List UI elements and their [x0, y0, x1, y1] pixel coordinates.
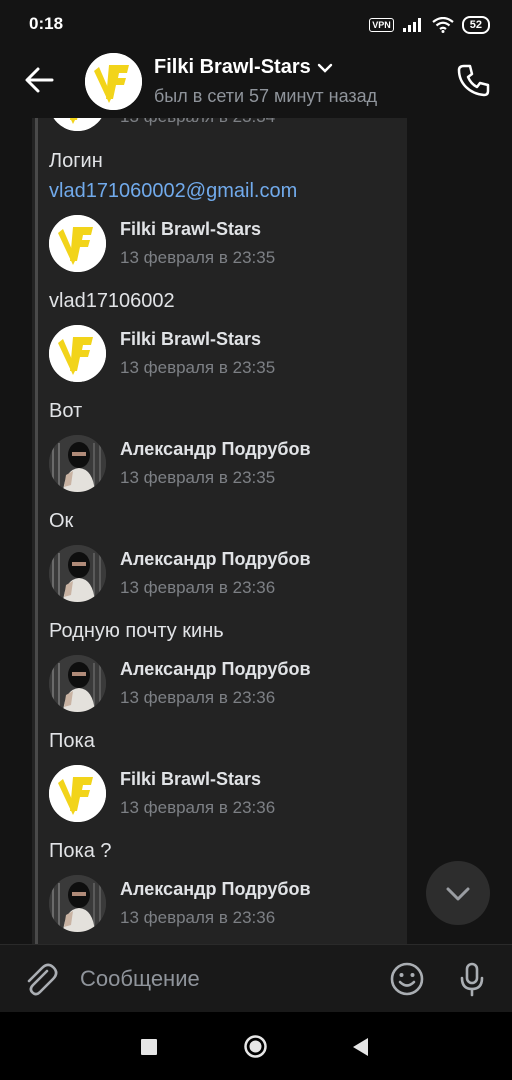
arrow-left-icon: [25, 67, 54, 93]
filki-logo-icon: [49, 118, 106, 131]
forwarded-messages[interactable]: 13 февраля в 23:34 Логин vlad171060002@g…: [32, 118, 407, 944]
chevron-down-icon: [317, 63, 332, 73]
call-button[interactable]: [454, 60, 494, 100]
author-name[interactable]: Александр Подрубов: [120, 549, 311, 570]
recents-button[interactable]: [141, 1039, 157, 1055]
message-text: Пока ?: [49, 840, 112, 862]
chevron-down-icon: [446, 887, 470, 901]
message-text: Ок: [49, 510, 74, 532]
microphone-button[interactable]: [452, 959, 492, 999]
message-composer: [0, 944, 512, 1013]
wifi-icon: [432, 17, 454, 33]
message-input[interactable]: [80, 963, 370, 995]
author-name[interactable]: Александр Подрубов: [120, 439, 311, 460]
system-back-button[interactable]: [351, 1037, 369, 1057]
message-time: 13 февраля в 23:36: [120, 908, 276, 927]
message-time: 13 февраля в 23:35: [120, 248, 276, 267]
microphone-icon: [460, 962, 484, 997]
author-name[interactable]: Filki Brawl-Stars: [120, 219, 261, 240]
author-avatar[interactable]: [49, 545, 106, 602]
status-time: 0:18: [29, 14, 64, 33]
message-time: 13 февраля в 23:34: [120, 118, 275, 127]
message-header: 13 февраля в 23:34: [49, 118, 399, 132]
status-bar: 0:18 VPN 52: [0, 0, 512, 48]
user-photo-icon: [49, 545, 106, 602]
filki-logo-icon: [49, 765, 106, 822]
message-time: 13 февраля в 23:36: [120, 688, 276, 707]
message-time: 13 февраля в 23:35: [120, 468, 276, 487]
chat-header: Filki Brawl-Stars был в сети 57 минут на…: [0, 48, 512, 118]
signal-icon: [402, 18, 421, 32]
message-time: 13 февраля в 23:36: [120, 798, 276, 817]
chat-title[interactable]: Filki Brawl-Stars: [154, 56, 333, 79]
message-header: Александр Подрубов 13 февраля в 23:36: [49, 655, 399, 713]
author-avatar[interactable]: [49, 325, 106, 382]
author-avatar[interactable]: [49, 655, 106, 712]
message-text: Вот: [49, 400, 83, 422]
message-time: 13 февраля в 23:36: [120, 578, 276, 597]
filki-logo-icon: [49, 215, 106, 272]
battery-indicator: 52: [461, 16, 490, 34]
chat-avatar[interactable]: [85, 53, 142, 110]
user-photo-icon: [49, 655, 106, 712]
last-seen-status: был в сети 57 минут назад: [154, 86, 378, 106]
attach-button[interactable]: [20, 959, 60, 999]
status-icons: VPN 52: [369, 15, 490, 35]
author-avatar[interactable]: [49, 435, 106, 492]
author-avatar[interactable]: [49, 215, 106, 272]
message-text: Логин: [49, 150, 103, 172]
filki-logo-icon: [49, 325, 106, 382]
message-header: Filki Brawl-Stars 13 февраля в 23:35: [49, 325, 399, 383]
author-name[interactable]: Filki Brawl-Stars: [120, 769, 261, 790]
phone-icon: [457, 64, 490, 97]
vpn-icon: VPN: [369, 18, 394, 32]
scroll-down-button[interactable]: [426, 861, 490, 925]
author-name[interactable]: Александр Подрубов: [120, 659, 311, 680]
author-avatar[interactable]: [49, 765, 106, 822]
message-text: vlad17106002: [49, 290, 175, 312]
message-header: Александр Подрубов 13 февраля в 23:36: [49, 875, 399, 933]
author-avatar[interactable]: [49, 118, 106, 131]
message-text: Пока: [49, 730, 95, 752]
home-button[interactable]: [243, 1034, 268, 1059]
message-header: Александр Подрубов 13 февраля в 23:36: [49, 545, 399, 603]
user-photo-icon: [49, 435, 106, 492]
filki-logo-icon: [85, 53, 142, 110]
message-text: Родную почту кинь: [49, 620, 224, 642]
author-name[interactable]: Filki Brawl-Stars: [120, 329, 261, 350]
message-header: Александр Подрубов 13 февраля в 23:35: [49, 435, 399, 493]
emoji-button[interactable]: [387, 959, 427, 999]
user-photo-icon: [49, 875, 106, 932]
forwarded-content: 13 февраля в 23:34 Логин vlad171060002@g…: [32, 118, 407, 944]
author-avatar[interactable]: [49, 875, 106, 932]
author-name[interactable]: Александр Подрубов: [120, 879, 311, 900]
message-time: 13 февраля в 23:35: [120, 358, 276, 377]
paperclip-icon: [27, 963, 58, 996]
back-button[interactable]: [20, 62, 60, 98]
smiley-icon: [390, 962, 424, 996]
chat-title-text: Filki Brawl-Stars: [154, 56, 311, 78]
email-link[interactable]: vlad171060002@gmail.com: [49, 180, 297, 203]
message-header: Filki Brawl-Stars 13 февраля в 23:36: [49, 765, 399, 823]
message-header: Filki Brawl-Stars 13 февраля в 23:35: [49, 215, 399, 273]
